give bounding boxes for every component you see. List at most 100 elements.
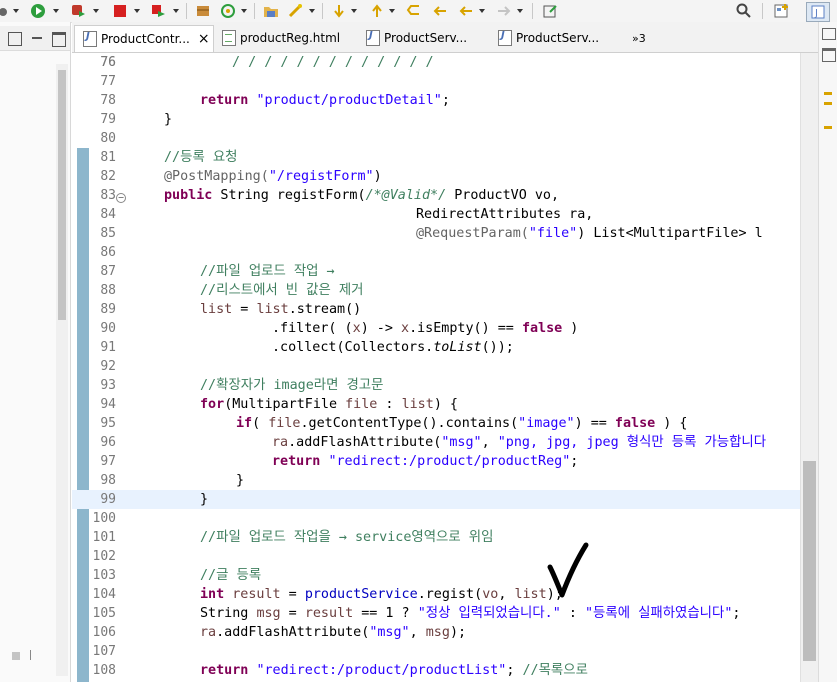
line-number: 98 xyxy=(100,473,116,488)
line-number: 76 xyxy=(100,55,116,70)
line-number: 78 xyxy=(100,93,116,108)
code-variable: x xyxy=(352,321,361,336)
line-number: 89 xyxy=(100,302,116,317)
handwritten-check-mark xyxy=(547,542,589,598)
search-icon[interactable] xyxy=(734,2,754,20)
line-number: 106 xyxy=(92,625,116,640)
run-dropdown[interactable] xyxy=(52,2,60,20)
minimize-icon[interactable] xyxy=(8,32,22,46)
debug-server-dropdown[interactable] xyxy=(172,2,180,20)
code-text: ) == xyxy=(574,416,615,431)
stop-dropdown[interactable] xyxy=(133,2,141,20)
code-string: "등록에 실패하였습니다" xyxy=(585,606,733,621)
code-text: String registForm( xyxy=(212,188,366,203)
code-string: "정상 입력되었습니다." xyxy=(417,606,561,621)
package-explorer-header xyxy=(0,26,70,51)
tab-product-controller[interactable]: ProductContr... × xyxy=(74,25,214,52)
debug-server-icon[interactable] xyxy=(148,2,168,20)
stop-icon[interactable] xyxy=(110,2,130,20)
refresh-dropdown[interactable] xyxy=(240,2,248,20)
back-history-icon[interactable] xyxy=(430,2,450,20)
code-string: "file" xyxy=(528,226,578,241)
bug-icon[interactable] xyxy=(0,2,10,20)
code-line: 88 //리스트에서 빈 값은 제거 xyxy=(72,281,800,300)
line-number: 103 xyxy=(92,568,116,583)
code-line: 77 xyxy=(72,72,800,91)
restore-icon[interactable] xyxy=(822,28,836,40)
pin-icon[interactable] xyxy=(540,2,560,20)
editor-vertical-scrollbar[interactable] xyxy=(800,53,818,682)
code-method: toList xyxy=(433,340,482,355)
prev-annotation-dropdown[interactable] xyxy=(388,2,396,20)
tab-label: ProductServ... xyxy=(384,31,468,45)
code-text: RedirectAttributes ra, xyxy=(416,207,594,222)
forward-icon[interactable] xyxy=(494,2,514,20)
code-text: ( xyxy=(252,416,269,431)
annotation-marker[interactable] xyxy=(824,102,832,105)
line-number: 79 xyxy=(100,112,116,127)
magic-wand-icon[interactable] xyxy=(286,2,304,20)
tab-product-service-impl[interactable]: ProductServ... xyxy=(490,25,620,51)
code-line: 103 //글 등록 xyxy=(72,566,800,585)
line-number: 99 xyxy=(100,492,116,507)
code-text: ProductVO vo, xyxy=(446,188,560,203)
minimize-bar-icon[interactable] xyxy=(32,37,42,39)
maximize-icon[interactable] xyxy=(52,32,66,47)
line-number: 88 xyxy=(100,283,116,298)
forward-dropdown[interactable] xyxy=(516,2,524,20)
perspective-icon[interactable] xyxy=(772,2,792,20)
overview-ruler xyxy=(818,22,837,682)
scrollbar-thumb[interactable] xyxy=(58,70,66,320)
debug-dropdown[interactable] xyxy=(12,2,20,20)
back-icon[interactable] xyxy=(456,2,476,20)
code-line: 104 int result = productService.regist(vo… xyxy=(72,585,800,604)
code-line: 100 xyxy=(72,509,800,528)
tab-label: ProductContr... xyxy=(101,32,190,46)
scrollbar-thumb[interactable] xyxy=(803,461,816,661)
code-text: , xyxy=(409,625,426,640)
run-icon[interactable] xyxy=(28,2,48,20)
prev-annotation-icon[interactable] xyxy=(368,2,386,20)
code-keyword: public xyxy=(164,188,213,203)
code-keyword: false xyxy=(614,416,656,431)
java-perspective-icon[interactable]: J xyxy=(806,2,830,22)
open-folder-icon[interactable] xyxy=(262,2,280,20)
back-dropdown[interactable] xyxy=(478,2,486,20)
tab-overflow[interactable]: »3 xyxy=(632,25,662,51)
next-annotation-dropdown[interactable] xyxy=(350,2,358,20)
code-text: } xyxy=(200,492,209,507)
code-variable: list xyxy=(514,587,547,602)
tab-product-reg-html[interactable]: productReg.html xyxy=(214,25,354,51)
line-number: 96 xyxy=(100,435,116,450)
code-text: , xyxy=(498,587,515,602)
tab-product-service[interactable]: ProductServ... xyxy=(358,25,488,51)
code-comment: //목록으로 xyxy=(514,663,588,678)
code-text: ); xyxy=(449,625,467,640)
annotation-marker[interactable] xyxy=(824,126,832,129)
code-line: 106 ra.addFlashAttribute("msg", msg); xyxy=(72,623,800,642)
coverage-icon[interactable] xyxy=(68,2,88,20)
maximize-icon[interactable] xyxy=(822,48,836,62)
code-line: 80 xyxy=(72,129,800,148)
next-annotation-icon[interactable] xyxy=(330,2,348,20)
wand-dropdown[interactable] xyxy=(308,2,316,20)
coverage-dropdown[interactable] xyxy=(92,2,100,20)
package-icon[interactable] xyxy=(194,2,212,20)
code-line: 90 .filter( (x) -> x.isEmpty() == false ) xyxy=(72,319,800,338)
code-line: 79} xyxy=(72,110,800,129)
code-variable: msg xyxy=(256,606,281,621)
package-explorer-scrollbar[interactable] xyxy=(56,64,68,676)
code-line: 84 RedirectAttributes ra, xyxy=(72,205,800,224)
tab-label: ProductServ... xyxy=(516,31,600,45)
code-area[interactable]: − 76/ / / / / / / / / / / / / 76 77 78 re… xyxy=(72,53,837,682)
code-text: } xyxy=(236,473,245,488)
last-edit-icon[interactable] xyxy=(404,2,424,20)
refresh-icon[interactable] xyxy=(218,2,238,20)
code-text: ) List<MultipartFile> l xyxy=(577,226,763,241)
code-string: "redirect:/product/productReg" xyxy=(328,454,571,469)
code-comment: //파일 업로드 작업을 → service영역으로 위임 xyxy=(200,530,494,545)
line-number: 101 xyxy=(92,530,116,545)
annotation-marker[interactable] xyxy=(824,92,832,95)
code-variable: vo xyxy=(482,587,499,602)
close-tab-icon[interactable]: × xyxy=(198,31,210,47)
